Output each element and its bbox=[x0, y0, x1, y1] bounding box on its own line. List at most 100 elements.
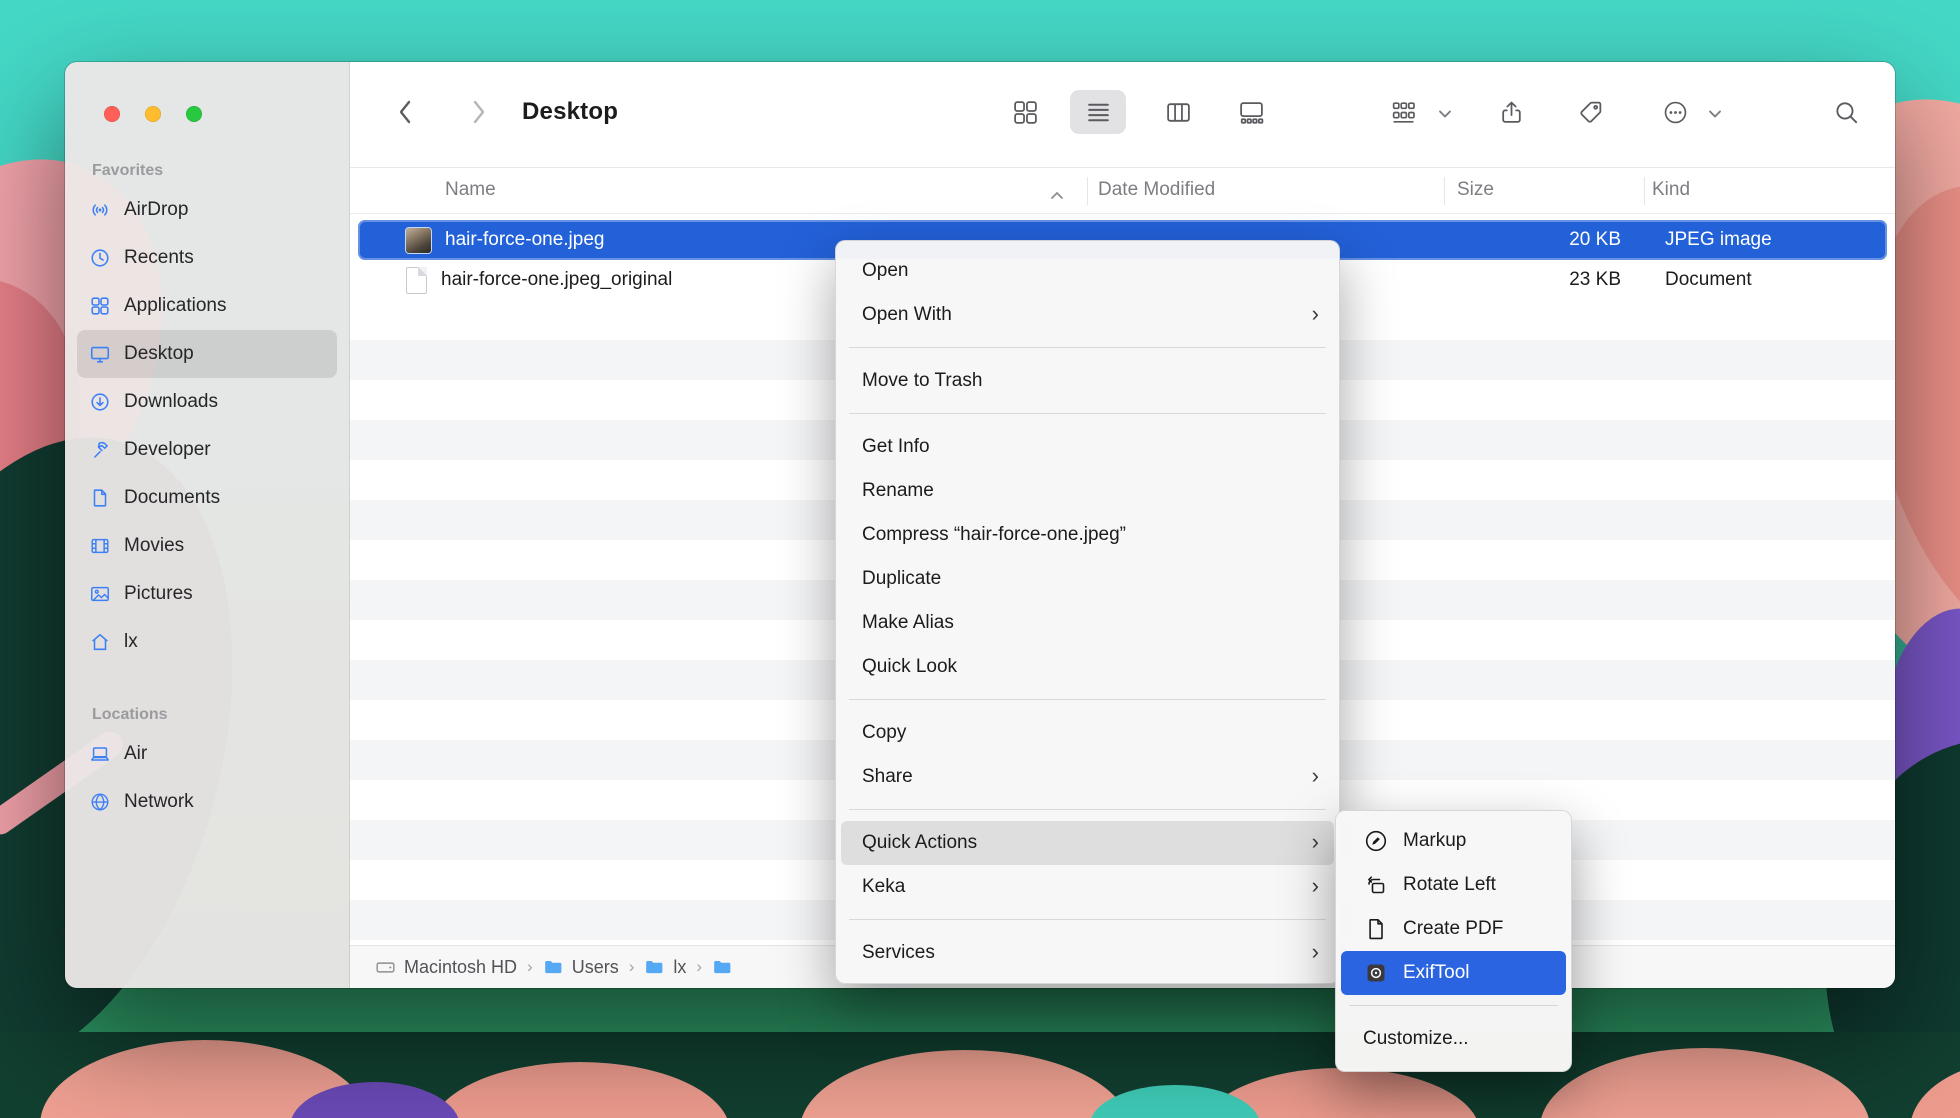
submenu-item-label: Create PDF bbox=[1403, 918, 1503, 940]
sidebar-item-developer[interactable]: Developer bbox=[77, 426, 337, 474]
menu-item-label: Open With bbox=[862, 304, 952, 326]
menu-item-get-info[interactable]: Get Info bbox=[836, 425, 1339, 469]
path-item-lx[interactable]: lx bbox=[644, 957, 686, 978]
menu-item-open-with[interactable]: Open With› bbox=[836, 293, 1339, 337]
sidebar-item-recents[interactable]: Recents bbox=[77, 234, 337, 282]
file-size: 23 KB bbox=[1569, 269, 1621, 291]
menu-item-copy[interactable]: Copy bbox=[836, 711, 1339, 755]
menu-item-label: Compress “hair-force-one.jpeg” bbox=[862, 524, 1126, 546]
sidebar-item-label: Developer bbox=[124, 439, 211, 461]
menu-item-open[interactable]: Open bbox=[836, 249, 1339, 293]
menu-item-quick-look[interactable]: Quick Look bbox=[836, 645, 1339, 689]
path-item-macintosh-hd[interactable]: Macintosh HD bbox=[375, 957, 517, 978]
column-divider[interactable] bbox=[1644, 177, 1645, 205]
icon-view-button[interactable] bbox=[1003, 90, 1047, 134]
zoom-button[interactable] bbox=[186, 106, 202, 122]
share-button[interactable] bbox=[1489, 90, 1533, 134]
gallery-view-button[interactable] bbox=[1229, 90, 1273, 134]
sidebar-item-applications[interactable]: Applications bbox=[77, 282, 337, 330]
sidebar-item-label: Movies bbox=[124, 535, 184, 557]
column-header-kind[interactable]: Kind bbox=[1652, 179, 1690, 201]
sidebar-item-label: Pictures bbox=[124, 583, 193, 605]
sidebar-item-home[interactable]: lx bbox=[77, 618, 337, 666]
group-button[interactable] bbox=[1381, 90, 1425, 134]
menu-item-make-alias[interactable]: Make Alias bbox=[836, 601, 1339, 645]
sidebar-item-label: Recents bbox=[124, 247, 194, 269]
globe-icon bbox=[89, 791, 111, 813]
submenu-item-exiftool[interactable]: ExifTool bbox=[1341, 951, 1566, 995]
menu-item-services[interactable]: Services› bbox=[836, 931, 1339, 975]
path-item-users[interactable]: Users bbox=[543, 957, 619, 978]
sidebar-item-air[interactable]: Air bbox=[77, 730, 337, 778]
sidebar-item-label: Applications bbox=[124, 295, 226, 317]
menu-item-keka[interactable]: Keka› bbox=[836, 865, 1339, 909]
file-name: hair-force-one.jpeg_original bbox=[441, 269, 672, 291]
column-divider[interactable] bbox=[1087, 177, 1088, 205]
sidebar-item-label: Network bbox=[124, 791, 194, 813]
column-divider[interactable] bbox=[1444, 177, 1445, 205]
window-controls bbox=[104, 106, 202, 122]
sidebar-item-desktop[interactable]: Desktop bbox=[77, 330, 337, 378]
submenu-item-markup[interactable]: Markup bbox=[1341, 819, 1566, 863]
airdrop-icon bbox=[89, 199, 111, 221]
submenu-item-customize[interactable]: Customize... bbox=[1341, 1017, 1566, 1061]
close-button[interactable] bbox=[104, 106, 120, 122]
sidebar-item-label: lx bbox=[124, 631, 138, 653]
column-header-date-modified[interactable]: Date Modified bbox=[1098, 179, 1215, 201]
folder-icon bbox=[644, 957, 665, 978]
document-icon bbox=[89, 487, 111, 509]
search-button[interactable] bbox=[1824, 90, 1868, 134]
menu-item-quick-actions[interactable]: Quick Actions› bbox=[841, 821, 1334, 865]
menu-item-label: Copy bbox=[862, 722, 906, 744]
column-header-name[interactable]: Name bbox=[445, 179, 496, 201]
submenu-item-create-pdf[interactable]: Create PDF bbox=[1341, 907, 1566, 951]
file-size: 20 KB bbox=[1569, 229, 1621, 251]
menu-item-duplicate[interactable]: Duplicate bbox=[836, 557, 1339, 601]
list-view-button[interactable] bbox=[1076, 90, 1120, 134]
sidebar-item-airdrop[interactable]: AirDrop bbox=[77, 186, 337, 234]
sidebar-item-label: AirDrop bbox=[124, 199, 188, 221]
sidebar-item-documents[interactable]: Documents bbox=[77, 474, 337, 522]
menu-item-rename[interactable]: Rename bbox=[836, 469, 1339, 513]
column-header-size[interactable]: Size bbox=[1457, 179, 1494, 201]
sidebar-item-movies[interactable]: Movies bbox=[77, 522, 337, 570]
downloads-icon bbox=[89, 391, 111, 413]
minimize-button[interactable] bbox=[145, 106, 161, 122]
submenu-chevron-icon: › bbox=[1312, 831, 1319, 853]
menu-item-compress[interactable]: Compress “hair-force-one.jpeg” bbox=[836, 513, 1339, 557]
sidebar-item-pictures[interactable]: Pictures bbox=[77, 570, 337, 618]
submenu-item-label: Customize... bbox=[1363, 1028, 1469, 1050]
sidebar-item-label: Documents bbox=[124, 487, 220, 509]
menu-separator bbox=[836, 403, 1339, 425]
path-separator: › bbox=[696, 957, 702, 977]
sort-ascending-icon bbox=[1050, 184, 1064, 206]
more-button[interactable] bbox=[1653, 90, 1697, 134]
hammer-icon bbox=[89, 439, 111, 461]
menu-item-label: Duplicate bbox=[862, 568, 941, 590]
exiftool-icon bbox=[1363, 960, 1389, 986]
desktop-icon bbox=[89, 343, 111, 365]
sidebar-item-label: Desktop bbox=[124, 343, 194, 365]
path-item-partial[interactable] bbox=[712, 957, 741, 978]
submenu-item-rotate-left[interactable]: Rotate Left bbox=[1341, 863, 1566, 907]
disk-icon bbox=[375, 957, 396, 978]
submenu-chevron-icon: › bbox=[1312, 941, 1319, 963]
submenu-item-label: Rotate Left bbox=[1403, 874, 1496, 896]
menu-item-share[interactable]: Share› bbox=[836, 755, 1339, 799]
path-label: lx bbox=[673, 957, 686, 978]
desktop-wallpaper: Favorites AirDrop Recents Applications D… bbox=[0, 0, 1960, 1118]
column-view-button[interactable] bbox=[1156, 90, 1200, 134]
forward-button[interactable] bbox=[457, 90, 501, 134]
menu-item-label: Open bbox=[862, 260, 908, 282]
menu-item-move-to-trash[interactable]: Move to Trash bbox=[836, 359, 1339, 403]
document-file-icon bbox=[406, 267, 427, 294]
file-kind: Document bbox=[1665, 269, 1752, 291]
rotate-left-icon bbox=[1363, 872, 1389, 898]
menu-separator bbox=[836, 799, 1339, 821]
sidebar-item-downloads[interactable]: Downloads bbox=[77, 378, 337, 426]
tag-button[interactable] bbox=[1568, 90, 1612, 134]
locations-heading: Locations bbox=[92, 706, 349, 724]
back-button[interactable] bbox=[383, 90, 427, 134]
sidebar-item-network[interactable]: Network bbox=[77, 778, 337, 826]
markup-icon bbox=[1363, 828, 1389, 854]
